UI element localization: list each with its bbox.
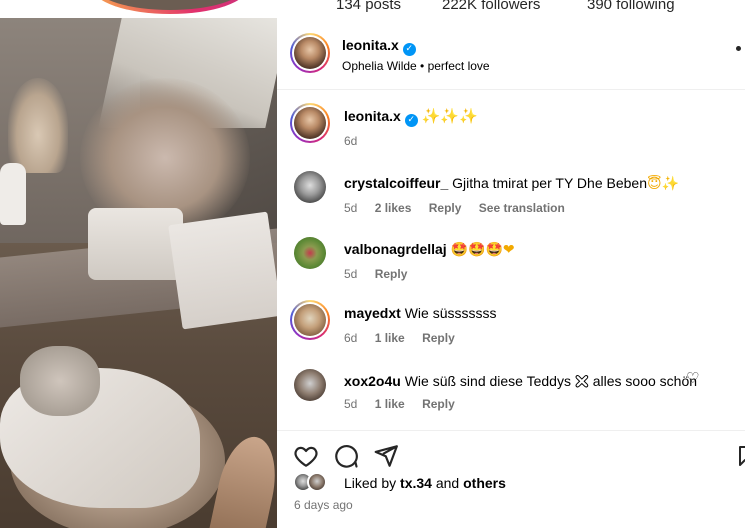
- post-side-panel: leonita.x ✓ Ophelia Wilde • perfect love …: [277, 18, 745, 528]
- caption-age: 6d: [344, 134, 358, 148]
- comment-meta: 5d 2 likes Reply See translation: [344, 201, 579, 215]
- comment-text: Wie süsssssss: [404, 305, 497, 321]
- comment-meta: 5d Reply: [344, 267, 421, 281]
- comment-row: valbonagrdellaj 🤩🤩🤩❤ 5d Reply: [277, 236, 745, 286]
- caption-username[interactable]: leonita.x: [344, 108, 401, 124]
- likes-others-link[interactable]: others: [463, 475, 506, 491]
- comment-age: 6d: [344, 331, 358, 345]
- liker-username[interactable]: tx.34: [400, 475, 432, 491]
- verified-badge-icon: ✓: [404, 114, 418, 127]
- liked-by-label: Liked by: [344, 475, 397, 491]
- comment-likes[interactable]: 2 likes: [375, 201, 412, 215]
- heart-icon[interactable]: [293, 443, 319, 469]
- caption-meta: 6d: [344, 134, 371, 148]
- comment-like-heart-icon[interactable]: ♡: [686, 369, 699, 387]
- profile-header-strip: 134 posts 222K followers 390 following: [0, 0, 745, 18]
- post-subtitle[interactable]: Ophelia Wilde • perfect love: [342, 59, 490, 73]
- comment-meta: 5d 1 like Reply: [344, 397, 469, 411]
- see-translation-link[interactable]: See translation: [479, 201, 565, 215]
- likes-row: Liked by tx.34 and others: [293, 472, 733, 494]
- comment-row: xox2o4u Wie süß sind diese Teddys 🯀 alle…: [277, 368, 745, 418]
- caption: leonita.x ✓ ✨✨✨ 6d: [277, 102, 745, 152]
- comment-emoji: 🤩🤩🤩❤: [450, 242, 515, 258]
- caption-avatar[interactable]: [290, 103, 330, 143]
- save-icon[interactable]: [739, 443, 745, 469]
- reply-button[interactable]: Reply: [429, 201, 462, 215]
- commenter-username[interactable]: mayedxt: [344, 305, 401, 321]
- following-count[interactable]: 390 following: [587, 0, 675, 13]
- comment-icon[interactable]: [333, 443, 359, 469]
- likes-and: and: [435, 475, 460, 491]
- commenter-avatar[interactable]: [290, 300, 330, 340]
- comment-emoji: 😇✨: [646, 176, 680, 192]
- caption-text: ✨✨✨: [421, 107, 478, 125]
- comment-text: Gjitha tmirat per TY Dhe Beben: [452, 175, 647, 191]
- comment-likes[interactable]: 1 like: [375, 331, 405, 345]
- post-time-ago[interactable]: 6 days ago: [294, 498, 353, 512]
- comment-row: crystalcoiffeur_ Gjitha tmirat per TY Dh…: [277, 170, 745, 220]
- comment-text: Wie süß sind diese Teddys 🯀 alles sooo s…: [404, 373, 698, 389]
- comment-meta: 6d 1 like Reply: [344, 331, 469, 345]
- author-username[interactable]: leonita.x: [342, 37, 399, 53]
- comment-age: 5d: [344, 397, 358, 411]
- comment-likes[interactable]: 1 like: [375, 397, 405, 411]
- followers-count[interactable]: 222K followers: [442, 0, 540, 13]
- comment-row: mayedxt Wie süsssssss 6d 1 like Reply: [277, 300, 745, 350]
- commenter-username[interactable]: xox2o4u: [344, 373, 401, 389]
- commenter-avatar[interactable]: [294, 171, 326, 203]
- post-header: leonita.x ✓ Ophelia Wilde • perfect love: [277, 18, 745, 90]
- comment-age: 5d: [344, 201, 358, 215]
- posts-count: 134 posts: [336, 0, 402, 13]
- commenter-username[interactable]: valbonagrdellaj: [344, 241, 447, 257]
- comment-age: 5d: [344, 267, 358, 281]
- liker-avatar[interactable]: [307, 472, 327, 492]
- reply-button[interactable]: Reply: [375, 267, 408, 281]
- share-icon[interactable]: [373, 443, 399, 469]
- verified-badge-icon: ✓: [402, 43, 416, 56]
- reply-button[interactable]: Reply: [422, 397, 455, 411]
- reply-button[interactable]: Reply: [422, 331, 455, 345]
- more-options-icon[interactable]: [736, 46, 741, 51]
- likes-summary: Liked by tx.34 and others: [344, 475, 506, 491]
- commenter-avatar[interactable]: [294, 369, 326, 401]
- post-image[interactable]: [0, 18, 277, 528]
- author-avatar[interactable]: [290, 33, 330, 73]
- commenter-username[interactable]: crystalcoiffeur_: [344, 175, 448, 191]
- action-bar: [277, 430, 745, 470]
- commenter-avatar[interactable]: [294, 237, 326, 269]
